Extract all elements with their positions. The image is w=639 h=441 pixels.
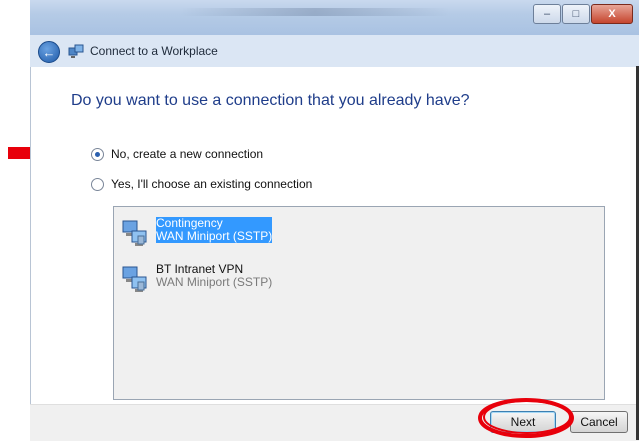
option-existing-connection[interactable]: Yes, I'll choose an existing connection: [91, 177, 312, 191]
option-new-connection[interactable]: No, create a new connection: [91, 147, 263, 161]
back-arrow-icon[interactable]: ←: [38, 41, 60, 63]
minimize-button[interactable]: –: [533, 4, 561, 24]
connection-list[interactable]: Contingency WAN Miniport (SSTP) BT Intra…: [113, 206, 605, 400]
window-title: Connect to a Workplace: [90, 44, 218, 58]
option-label: No, create a new connection: [111, 147, 264, 161]
title-bar-glass: [180, 8, 450, 16]
window-controls: – □ X: [532, 4, 633, 24]
radio-button-selected[interactable]: [91, 147, 104, 161]
cancel-button[interactable]: Cancel: [570, 411, 628, 433]
dialog-content: Do you want to use a connection that you…: [30, 67, 639, 404]
radio-button[interactable]: [91, 177, 104, 191]
connect-to-workplace-dialog: – □ X ← Connect to a Workplace Do you wa…: [30, 0, 639, 441]
page-heading: Do you want to use a connection that you…: [71, 92, 470, 109]
title-bar[interactable]: – □ X: [30, 0, 639, 35]
list-item[interactable]: Contingency WAN Miniport (SSTP): [120, 217, 273, 249]
workplace-network-icon: [68, 44, 84, 58]
network-connection-icon: [122, 220, 147, 246]
navigation-bar: ← Connect to a Workplace: [30, 35, 639, 67]
network-connection-icon: [122, 266, 147, 292]
connection-text: BT Intranet VPN WAN Miniport (SSTP): [156, 263, 272, 289]
option-label: Yes, I'll choose an existing connection: [111, 177, 313, 191]
connection-text: Contingency WAN Miniport (SSTP): [156, 217, 273, 243]
maximize-button[interactable]: □: [562, 4, 590, 24]
connection-type: WAN Miniport (SSTP): [156, 229, 273, 243]
annotation-circle-icon: [478, 398, 574, 438]
list-item[interactable]: BT Intranet VPN WAN Miniport (SSTP): [120, 263, 272, 295]
connection-type: WAN Miniport (SSTP): [156, 275, 273, 289]
close-button[interactable]: X: [591, 4, 633, 24]
